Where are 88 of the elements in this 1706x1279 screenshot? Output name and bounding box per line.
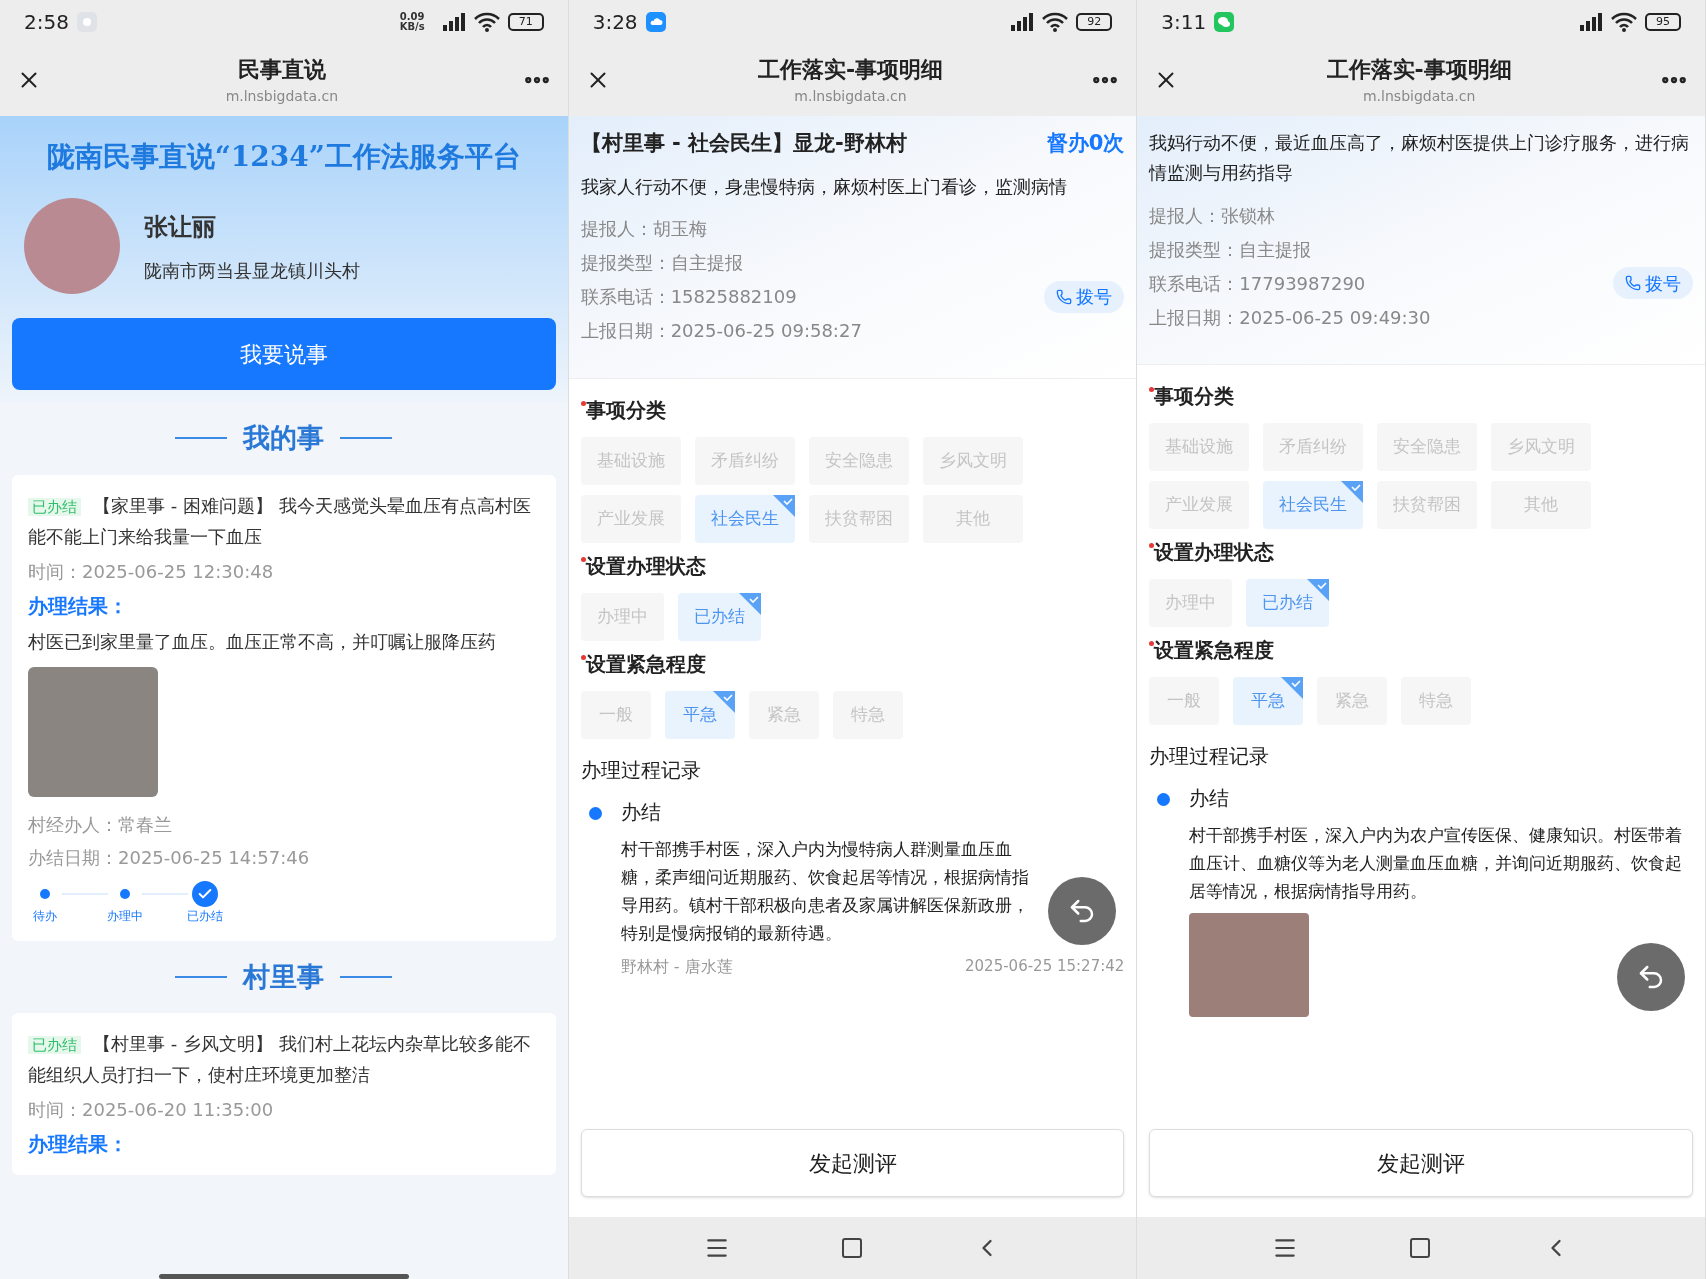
report-time: 时间：2025-06-20 11:35:00	[28, 1098, 275, 1122]
group-label: 设置紧急程度	[585, 650, 706, 678]
user-name: 张让丽	[144, 211, 217, 243]
record-title: 办理过程记录	[580, 756, 702, 784]
phone-icon	[1056, 288, 1073, 305]
section-heading: 村里事	[243, 959, 325, 994]
step-label: 已办结	[187, 907, 223, 925]
page-title: 工作落实-事项明细	[757, 56, 944, 84]
field-text: 联系电话：15825882109	[580, 285, 797, 309]
supervise-count: 督办0次	[1046, 130, 1125, 157]
field-text: 上报日期：2025-06-25 09:49:30	[1149, 305, 1431, 330]
battery-level: 95	[1645, 13, 1681, 31]
field-text: 提报人：胡玉梅	[580, 217, 707, 241]
evaluate-button[interactable]: 发起测评	[580, 1129, 1125, 1197]
field-text: 提报类型：自主提报	[1149, 237, 1312, 262]
heading-rule	[340, 437, 393, 440]
field-text: 提报类型：自主提报	[580, 251, 743, 275]
group-label: 事项分类	[585, 396, 666, 424]
page-url: m.lnsbigdata.cn	[1363, 87, 1476, 106]
matter-card[interactable]: 已办结 【家里事 - 困难问题】 我今天感觉头晕血压有点高村医能不能上门来给我量一下血压 时间：2025-06-25 12:30:48 办理结果： 村医已到家里量了血压。血压正常不高，并叮嘱让服降压药 村经办人：常春兰 办结日期：2025-06-25 14:57:46 待办 办理中 已办结	[12, 474, 556, 941]
step-label: 办理中	[107, 907, 143, 925]
page-url: m.lnsbigdata.cn	[794, 87, 907, 106]
field-text: 提报人：张锁林	[1149, 203, 1276, 228]
done-date: 办结日期：2025-06-25 14:57:46	[28, 845, 311, 870]
page-title: 民事直说	[237, 56, 326, 84]
option-chip[interactable]: 平急	[664, 690, 735, 739]
status-tag: 已办结	[28, 497, 81, 516]
battery-level: 92	[1076, 13, 1113, 31]
record-status: 办结	[620, 798, 662, 826]
network-speed: 0.09 KB/s	[399, 12, 426, 32]
matter-card[interactable]: 已办结 【村里事 - 乡风文明】 我们村上花坛内杂草比较多能不能组织人员打扫一下，使村庄环境更加整洁 时间：2025-06-20 11:35:00 办理结果：	[12, 1013, 556, 1175]
record-text: 村干部携手村医，深入户内为慢特病人群测量血压血糖，柔声细问近期服药、饮食起居等情况，根据病情指导用药。镇村干部积极向患者及家属讲解医保新政册，特别是慢病报销的最新待遇。	[620, 837, 1030, 945]
clock-time: 3:11	[1161, 9, 1207, 36]
heading-rule	[340, 975, 393, 978]
phone-icon	[1625, 275, 1641, 291]
section-heading: 我的事	[243, 421, 325, 455]
option-chip[interactable]: 社会民生	[694, 494, 795, 543]
heading-rule	[175, 437, 228, 440]
item-heading: 【村里事 - 社会民生】显龙-野林村	[580, 130, 907, 157]
wifi-icon	[473, 12, 500, 32]
result-label: 办理结果：	[28, 592, 129, 620]
option-chip[interactable]: 已办结	[1246, 579, 1330, 627]
matter-text: 已办结 【村里事 - 乡风文明】 我们村上花坛内杂草比较多能不能组织人员打扫一下，使村庄环境更加整洁	[28, 1032, 532, 1087]
wifi-icon	[1611, 12, 1637, 32]
record-text: 村干部携手村医，深入户内为农户宣传医保、健康知识。村医带着血压计、血糖仪等为老人测量血压血糖，并询问近期服药、饮食起居等情况，根据病情指导用药。	[1189, 824, 1684, 903]
step-label: 待办	[33, 907, 57, 925]
home-icon[interactable]	[1408, 1236, 1433, 1260]
platform-title: 陇南民事直说“1234”工作法服务平台	[45, 139, 522, 175]
clock-time: 2:58	[24, 9, 69, 36]
record-app-icon	[76, 12, 97, 32]
chat-app-icon	[1214, 12, 1235, 32]
wifi-icon	[1042, 12, 1069, 32]
dial-button[interactable]: 拨号	[1044, 280, 1125, 313]
field-text: 联系电话：17793987290	[1149, 271, 1366, 296]
report-button[interactable]: 我要说事	[12, 318, 556, 390]
home-icon[interactable]	[839, 1236, 864, 1260]
group-label: 设置办理状态	[585, 552, 706, 580]
signal-icon	[1010, 13, 1035, 31]
option-chip[interactable]: 平急	[1233, 677, 1304, 725]
record-status: 办结	[1189, 785, 1231, 812]
option-chip[interactable]: 已办结	[677, 592, 761, 641]
status-tag: 已办结	[28, 1036, 81, 1054]
group-label: 事项分类	[1154, 383, 1235, 410]
heading-rule	[175, 975, 228, 978]
group-label: 设置办理状态	[1154, 539, 1275, 566]
page-title: 工作落实-事项明细	[1326, 56, 1512, 84]
record-author: 野林村 - 唐水莲	[620, 955, 733, 978]
user-address: 陇南市两当县显龙镇川头村	[144, 258, 360, 283]
cloud-app-icon	[645, 12, 666, 32]
record-time: 2025-06-25 15:27:42	[965, 955, 1125, 977]
signal-icon	[1579, 13, 1603, 31]
field-text: 上报日期：2025-06-25 09:58:27	[580, 319, 862, 343]
dial-button[interactable]: 拨号	[1613, 267, 1693, 299]
signal-icon	[441, 13, 466, 31]
handler-text: 村经办人：常春兰	[28, 812, 173, 837]
result-label: 办理结果：	[28, 1131, 129, 1158]
clock-time: 3:28	[592, 9, 638, 36]
result-text: 村医已到家里量了血压。血压正常不高，并叮嘱让服降压药	[28, 629, 497, 654]
page-url: m.lnsbigdata.cn	[225, 87, 338, 106]
evaluate-button[interactable]: 发起测评	[1149, 1129, 1693, 1197]
group-label: 设置紧急程度	[1154, 637, 1275, 664]
item-description: 我家人行动不便，身患慢特病，麻烦村医上门看诊，监测病情	[580, 174, 1068, 199]
battery-level: 71	[507, 13, 544, 31]
report-time: 时间：2025-06-25 12:30:48	[28, 559, 275, 584]
item-description: 我妈行动不便，最近血压高了，麻烦村医提供上门诊疗服务，进行病情监测与用药指导	[1149, 131, 1691, 185]
matter-text: 已办结 【家里事 - 困难问题】 我今天感觉头晕血压有点高村医能不能上门来给我量一下血压	[28, 493, 532, 549]
option-chip[interactable]: 社会民生	[1263, 481, 1364, 529]
record-title: 办理过程记录	[1149, 743, 1271, 770]
